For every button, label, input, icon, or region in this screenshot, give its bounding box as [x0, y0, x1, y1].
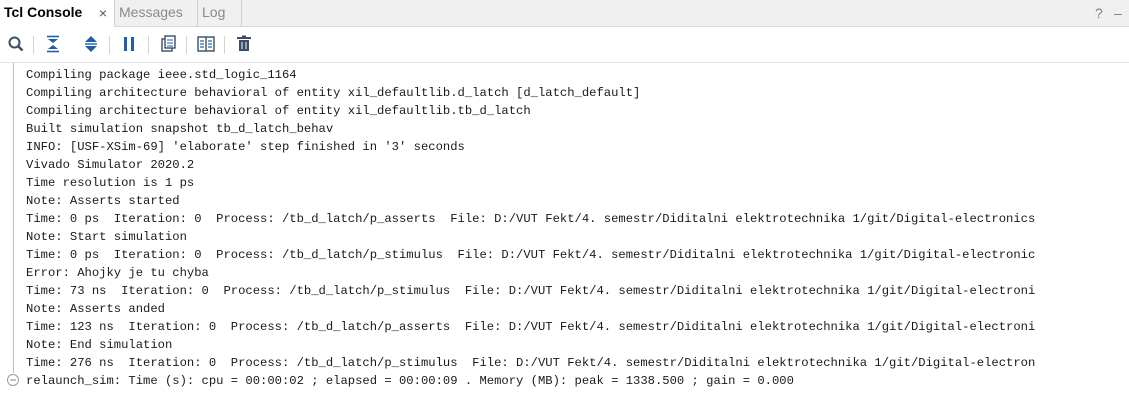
close-icon[interactable]: × [96, 6, 110, 20]
toolbar-separator [109, 36, 110, 54]
help-icon[interactable]: ? [1095, 5, 1103, 21]
tab-label: Log [202, 4, 226, 20]
toolbar-separator [33, 36, 34, 54]
toolbar-separator [186, 36, 187, 54]
console-line: Compiling architecture behavioral of ent… [26, 86, 641, 100]
console-line: Note: Asserts anded [26, 302, 165, 316]
copy-icon[interactable] [158, 34, 178, 54]
minimize-icon[interactable]: – [1114, 5, 1122, 21]
tab-messages[interactable]: Messages [115, 0, 198, 27]
console-line: Vivado Simulator 2020.2 [26, 158, 195, 172]
pause-icon[interactable] [119, 34, 139, 54]
toolbar-separator [224, 36, 225, 54]
toolbar [0, 27, 1129, 63]
toolbar-separator [148, 36, 149, 54]
delete-icon[interactable] [234, 34, 254, 54]
console-line: Time resolution is 1 ps [26, 176, 195, 190]
console-line: Time: 0 ps Iteration: 0 Process: /tb_d_l… [26, 248, 1036, 262]
console-line: Time: 0 ps Iteration: 0 Process: /tb_d_l… [26, 212, 1036, 226]
console-line: INFO: [USF-XSim-69] 'elaborate' step fin… [26, 140, 465, 154]
split-view-icon[interactable] [196, 34, 216, 54]
console-line: Note: Asserts started [26, 194, 180, 208]
search-icon[interactable] [6, 34, 26, 54]
console-line: Time: 123 ns Iteration: 0 Process: /tb_d… [26, 320, 1036, 334]
console-line: Time: 276 ns Iteration: 0 Process: /tb_d… [26, 356, 1036, 370]
console-output[interactable]: Compiling package ieee.std_logic_1164 Co… [0, 63, 1129, 408]
console-line: relaunch_sim: Time (s): cpu = 00:00:02 ;… [26, 374, 794, 388]
console-line: Built simulation snapshot tb_d_latch_beh… [26, 122, 334, 136]
tab-label: Messages [119, 4, 183, 20]
tab-label: Tcl Console [4, 4, 83, 20]
expand-all-icon[interactable] [81, 34, 101, 54]
tab-tcl-console[interactable]: Tcl Console × [0, 0, 115, 28]
console-line: Note: End simulation [26, 338, 173, 352]
console-line: Time: 73 ns Iteration: 0 Process: /tb_d_… [26, 284, 1036, 298]
collapse-icon[interactable] [6, 373, 20, 387]
console-line: Note: Start simulation [26, 230, 187, 244]
fold-gutter [13, 63, 14, 373]
console-line: Error: Ahojky je tu chyba [26, 266, 209, 280]
console-line: Compiling package ieee.std_logic_1164 [26, 68, 297, 82]
console-lines: Compiling package ieee.std_logic_1164 Co… [26, 66, 1035, 390]
tab-bar: Tcl Console × Messages Log ? – [0, 0, 1129, 28]
console-line: Compiling architecture behavioral of ent… [26, 104, 531, 118]
tab-log[interactable]: Log [198, 0, 242, 27]
collapse-all-icon[interactable] [43, 34, 63, 54]
